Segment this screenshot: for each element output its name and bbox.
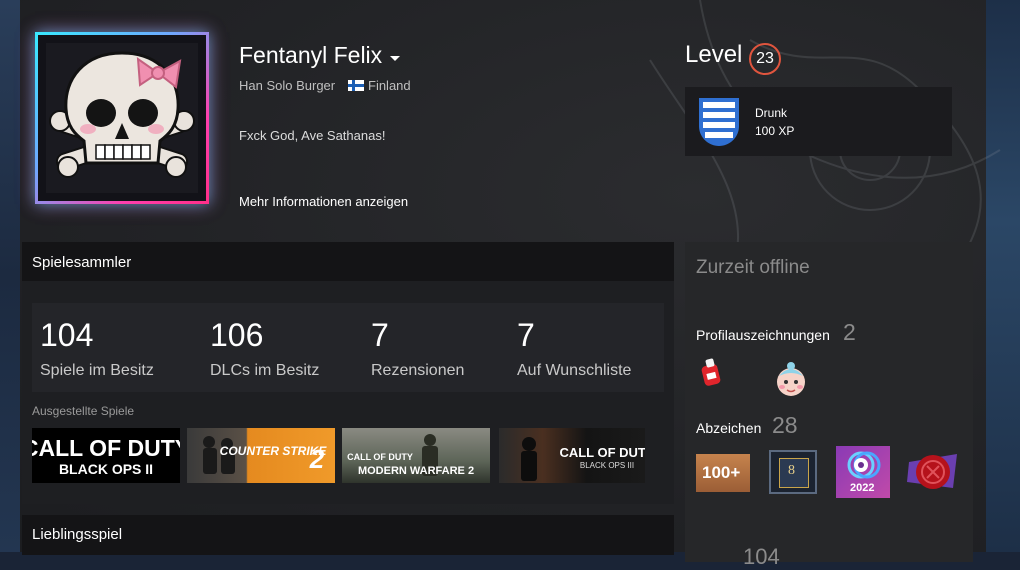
badges-link[interactable]: Abzeichen [696, 420, 761, 436]
baby-face-award-icon[interactable] [773, 360, 809, 398]
steam-replay-2022-badge-icon[interactable]: 2022 [836, 446, 890, 498]
partially-visible-number: 104 [743, 544, 780, 569]
stats-panel: 104 Spiele im Besitz 106 DLCs im Besitz … [32, 303, 664, 392]
stat-dlcs-owned[interactable]: 106 DLCs im Besitz [210, 317, 319, 380]
stat-value: 106 [210, 317, 264, 353]
stat-label: Rezensionen [371, 362, 465, 379]
game-logo-bottom: 2 [309, 444, 325, 474]
stat-value: 7 [371, 317, 389, 353]
profile-awards-link[interactable]: Profilauszeichnungen [696, 327, 830, 343]
favorite-game-title: Lieblingsspiel [32, 526, 123, 543]
years-of-service-badge-icon[interactable]: 8 [769, 450, 817, 494]
badge-100-text: 100+ [702, 463, 741, 482]
stat-value: 104 [40, 317, 94, 353]
badges-count: 28 [772, 412, 798, 438]
real-name: Han Solo Burger [239, 78, 336, 93]
online-status: Zurzeit offline [696, 257, 810, 278]
game-tile-modern-warfare-2[interactable]: CALL OF DUTY MODERN WARFARE 2 [342, 428, 490, 483]
right-sidebar: Zurzeit offline Profilauszeichnungen 2 A… [685, 242, 973, 569]
game-collector-showcase: Spielesammler 104 Spiele im Besitz 106 D… [22, 242, 674, 504]
persona-name: Fentanyl Felix [239, 42, 383, 68]
game-logo-bottom: MODERN WARFARE 2 [358, 465, 474, 477]
stat-reviews[interactable]: 7 Rezensionen [371, 317, 464, 380]
favorite-game-showcase: Lieblingsspiel [22, 515, 674, 555]
avatar-image [46, 43, 198, 193]
game-logo-top: CALL OF DUTY [559, 445, 645, 460]
wax-seal-badge-icon[interactable] [905, 448, 961, 496]
showcase-header: Spielesammler [22, 242, 674, 281]
badge-2022-text: 2022 [850, 482, 875, 494]
profile-awards-count: 2 [843, 319, 856, 345]
game-tile-black-ops-2[interactable]: CALL OF DUTY BLACK OPS II [32, 428, 180, 483]
stat-label: Auf Wunschliste [517, 362, 632, 379]
badge-name: Drunk [755, 106, 788, 120]
stat-label: DLCs im Besitz [210, 362, 320, 379]
level-label: Level [685, 41, 743, 68]
game-tile-black-ops-3[interactable]: CALL OF DUTY BLACK OPS III [499, 428, 645, 483]
profile-summary: Fxck God, Ave Sathanas! [239, 128, 386, 143]
game-tile-counter-strike-2[interactable]: COUNTER STRIKE 2 [187, 428, 335, 483]
featured-games-label: Ausgestellte Spiele [32, 404, 135, 418]
background-left-edge [0, 0, 20, 552]
country: Finland [368, 78, 411, 93]
avatar[interactable] [35, 32, 209, 204]
persona-name-row[interactable]: Fentanyl Felix [239, 42, 401, 69]
finland-flag-icon [348, 80, 364, 91]
more-info-link[interactable]: Mehr Informationen anzeigen [239, 194, 408, 209]
badge-8-text: 8 [788, 463, 795, 478]
stat-wishlist[interactable]: 7 Auf Wunschliste [517, 317, 631, 380]
level-badge: 23 [749, 43, 781, 75]
badge-xp: 100 XP [755, 124, 795, 138]
stat-games-owned[interactable]: 104 Spiele im Besitz [40, 317, 154, 380]
game-logo-top: CALL OF DUTY [32, 435, 180, 461]
game-logo-top: CALL OF DUTY [347, 452, 413, 462]
drunk-badge-icon [699, 98, 739, 146]
ketchup-award-icon[interactable] [698, 357, 724, 387]
chevron-down-icon[interactable] [390, 56, 401, 61]
game-logo-bottom: BLACK OPS III [580, 461, 634, 470]
game-logo-bottom: BLACK OPS II [59, 461, 153, 477]
skull-avatar-icon [49, 51, 195, 178]
showcase-title: Spielesammler [32, 254, 132, 271]
games-100-badge-icon[interactable]: 100+ [696, 454, 750, 492]
stat-value: 7 [517, 317, 535, 353]
stat-label: Spiele im Besitz [40, 362, 154, 379]
favorite-badge[interactable]: Drunk 100 XP [685, 87, 952, 156]
